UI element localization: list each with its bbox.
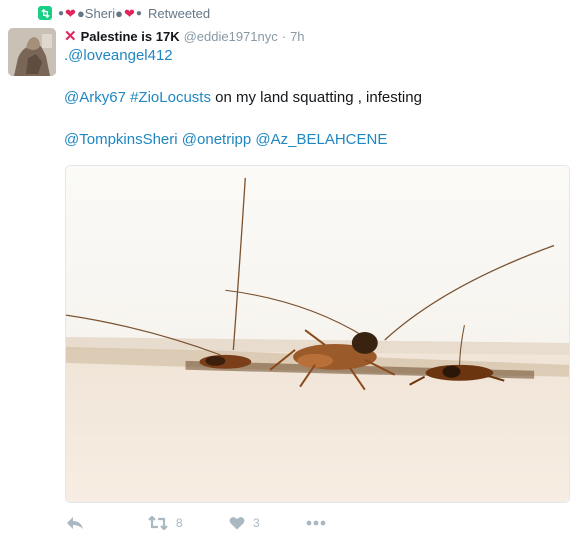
red-heart-emoji-icon: ❤ — [65, 5, 76, 21]
hashtag-link[interactable]: #ZioLocusts — [130, 89, 211, 106]
retweeted-label: Retweeted — [147, 5, 211, 21]
red-heart-emoji-icon: ❤ — [124, 5, 135, 21]
reply-button[interactable] — [66, 516, 84, 530]
mention-link[interactable]: .@loveangel412 — [64, 47, 173, 64]
retweet-context: ● ❤ ●Sheri● ❤ ● Retweeted — [38, 4, 210, 22]
cross-mark-emoji-icon: ✕ — [64, 27, 77, 45]
retweet-icon — [148, 516, 168, 530]
like-count: 3 — [253, 516, 260, 530]
reply-icon — [67, 517, 83, 529]
more-icon — [306, 520, 326, 526]
timestamp[interactable]: 7h — [290, 29, 304, 44]
retweeter-name-text: ●Sheri● — [76, 5, 124, 21]
more-button[interactable] — [306, 520, 326, 526]
retweet-badge-icon — [38, 6, 52, 20]
name-dot: ● — [135, 7, 142, 19]
name-dot: ● — [58, 7, 65, 19]
avatar[interactable] — [8, 28, 56, 76]
mention-link[interactable]: @Arky67 — [64, 89, 126, 106]
retweet-count: 8 — [176, 516, 183, 530]
heart-icon — [229, 517, 245, 530]
tweet[interactable]: ● ❤ ●Sheri● ❤ ● Retweeted ✕ Palestine is… — [0, 0, 577, 540]
display-name[interactable]: Palestine is 17K — [81, 29, 180, 44]
tweet-header: ✕ Palestine is 17K @eddie1971nyc · 7h — [64, 27, 305, 45]
mention-link[interactable]: @TompkinsSheri — [64, 131, 178, 148]
tweet-actions: 8 3 — [64, 512, 364, 534]
tweet-text-segment: on my land squatting , infesting — [210, 89, 422, 106]
handle[interactable]: @eddie1971nyc — [184, 29, 278, 44]
mention-link[interactable]: @onetripp — [182, 131, 251, 148]
separator: · — [281, 28, 287, 44]
like-button[interactable]: 3 — [229, 516, 260, 530]
tweet-text: .@loveangel412 @Arky67 #ZioLocusts on my… — [64, 46, 564, 150]
retweeter-name[interactable]: ● ❤ ●Sheri● ❤ ● — [58, 6, 142, 21]
tweet-photo[interactable] — [65, 165, 570, 503]
retweet-button[interactable]: 8 — [148, 516, 183, 530]
mention-link[interactable]: @Az_BELAHCENE — [255, 131, 387, 148]
